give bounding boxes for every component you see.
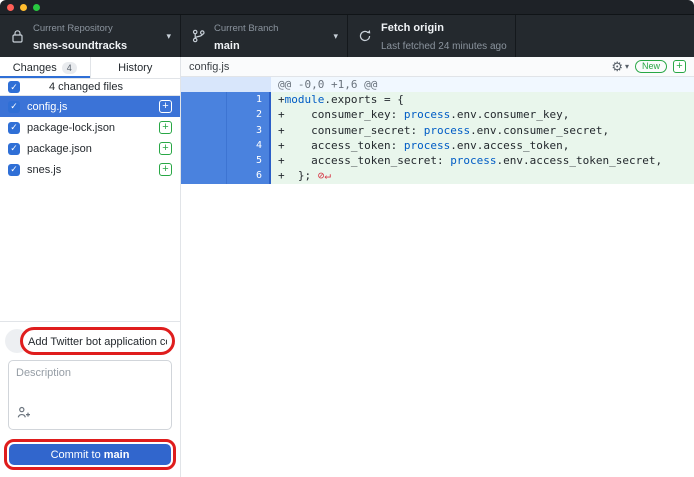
diff-line-code: + consumer_key: process.env.consumer_key… [271, 107, 694, 122]
diff-line-code: + access_token: process.env.access_token… [271, 138, 694, 153]
diff-line-code: + access_token_secret: process.env.acces… [271, 153, 694, 168]
changes-sidebar: Changes 4 History ✓ 4 changed files ✓ con… [0, 57, 181, 477]
file-name: snes.js [27, 164, 159, 176]
current-branch-dropdown[interactable]: Current Branch main ▾ [181, 15, 348, 57]
git-branch-icon [190, 29, 206, 43]
lock-icon [9, 29, 25, 44]
commit-description-input[interactable] [9, 361, 171, 411]
chevron-down-icon: ▾ [166, 31, 171, 42]
file-name: config.js [27, 101, 159, 113]
diff-line-1[interactable]: 1+module.exports = { [181, 92, 694, 107]
diff-line-code: +module.exports = { [271, 92, 694, 107]
diff-line-code: + consumer_secret: process.env.consumer_… [271, 123, 694, 138]
branch-name: main [214, 40, 240, 52]
chevron-down-icon: ▾ [625, 62, 629, 71]
fetch-detail: Last fetched 24 minutes ago [381, 41, 507, 52]
added-status-icon: + [159, 100, 172, 113]
tab-changes-label: Changes [13, 62, 57, 74]
new-file-badge: New [635, 60, 667, 73]
branch-label: Current Branch [214, 23, 278, 34]
diff-line-2[interactable]: 2+ consumer_key: process.env.consumer_ke… [181, 107, 694, 122]
select-all-checkbox[interactable]: ✓ [8, 81, 20, 93]
changed-files-count: 4 changed files [49, 81, 123, 93]
fetch-label: Fetch origin [381, 22, 444, 34]
file-row-package-lock.json[interactable]: ✓ package-lock.json+ [0, 117, 180, 138]
commit-summary-input[interactable] [28, 336, 167, 348]
diff-line-6[interactable]: 6+ }; ⊘↵ [181, 168, 694, 183]
zoom-window-button[interactable] [33, 4, 40, 11]
changed-files-header: ✓ 4 changed files [0, 79, 180, 96]
fetch-origin-button[interactable]: Fetch origin Last fetched 24 minutes ago [348, 15, 516, 57]
commit-to-main-button[interactable]: Commit to main [9, 444, 171, 465]
hunk-gutter [181, 77, 271, 92]
old-line-number [181, 138, 226, 153]
sidebar-empty-space [0, 180, 180, 321]
changes-count-badge: 4 [62, 62, 77, 74]
new-line-number: 2 [226, 107, 271, 122]
expand-diff-button[interactable]: + [673, 60, 686, 73]
diff-options-dropdown[interactable]: ⚙ ▾ [611, 60, 629, 73]
tab-history[interactable]: History [91, 57, 181, 78]
old-line-number [181, 153, 226, 168]
sync-icon [357, 29, 373, 43]
toolbar-empty-area [516, 15, 694, 57]
old-line-number [181, 107, 226, 122]
add-coauthor-icon[interactable] [17, 406, 31, 424]
commit-description-box [8, 360, 172, 430]
new-line-number: 4 [226, 138, 271, 153]
diff-line-4[interactable]: 4+ access_token: process.env.access_toke… [181, 138, 694, 153]
repository-name: snes-soundtracks [33, 40, 127, 52]
file-checkbox[interactable]: ✓ [8, 164, 20, 176]
new-line-number: 3 [226, 123, 271, 138]
hunk-header-row[interactable]: @@ -0,0 +1,6 @@ [181, 77, 694, 92]
new-line-number: 5 [226, 153, 271, 168]
github-desktop-window: Current Repository snes-soundtracks ▾ Cu… [0, 0, 694, 477]
tab-changes[interactable]: Changes 4 [0, 57, 91, 78]
summary-annotation-highlight [20, 327, 175, 355]
diff-file-name: config.js [189, 61, 229, 73]
commit-summary-row [5, 327, 175, 355]
tab-history-label: History [118, 62, 152, 74]
file-checkbox[interactable]: ✓ [8, 122, 20, 134]
minimize-window-button[interactable] [20, 4, 27, 11]
added-status-icon: + [159, 142, 172, 155]
sidebar-tabs: Changes 4 History [0, 57, 180, 79]
file-name: package-lock.json [27, 122, 159, 134]
diff-panel: config.js ⚙ ▾ New + @@ -0,0 +1,6 @@ 1+mo… [181, 57, 694, 477]
hunk-header-text: @@ -0,0 +1,6 @@ [271, 77, 694, 92]
new-line-number: 6 [226, 168, 271, 183]
commit-form: Commit to main [0, 321, 180, 477]
diff-line-code: + }; ⊘↵ [271, 168, 694, 183]
file-checkbox[interactable]: ✓ [8, 101, 20, 113]
file-row-package.json[interactable]: ✓ package.json+ [0, 138, 180, 159]
current-repository-dropdown[interactable]: Current Repository snes-soundtracks ▾ [0, 15, 181, 57]
added-status-icon: + [159, 163, 172, 176]
diff-line-3[interactable]: 3+ consumer_secret: process.env.consumer… [181, 123, 694, 138]
file-row-config.js[interactable]: ✓ config.js+ [0, 96, 180, 117]
repository-label: Current Repository [33, 23, 113, 34]
old-line-number [181, 123, 226, 138]
added-status-icon: + [159, 121, 172, 134]
chevron-down-icon: ▾ [333, 31, 338, 42]
diff-lines: 1+module.exports = {2+ consumer_key: pro… [181, 92, 694, 184]
toolbar: Current Repository snes-soundtracks ▾ Cu… [0, 14, 694, 57]
file-list: ✓config.js+✓package-lock.json+✓package.j… [0, 96, 180, 180]
new-line-number: 1 [226, 92, 271, 107]
commit-button-annotation-highlight: Commit to main [4, 439, 176, 470]
old-line-number [181, 92, 226, 107]
file-row-snes.js[interactable]: ✓ snes.js+ [0, 159, 180, 180]
close-window-button[interactable] [7, 4, 14, 11]
diff-empty-area [181, 184, 694, 477]
diff-header: config.js ⚙ ▾ New + [181, 57, 694, 77]
gear-icon: ⚙ [611, 60, 623, 73]
old-line-number [181, 168, 226, 183]
file-name: package.json [27, 143, 159, 155]
diff-line-5[interactable]: 5+ access_token_secret: process.env.acce… [181, 153, 694, 168]
diff-body: @@ -0,0 +1,6 @@ 1+module.exports = {2+ c… [181, 77, 694, 184]
titlebar [0, 0, 694, 14]
file-checkbox[interactable]: ✓ [8, 143, 20, 155]
